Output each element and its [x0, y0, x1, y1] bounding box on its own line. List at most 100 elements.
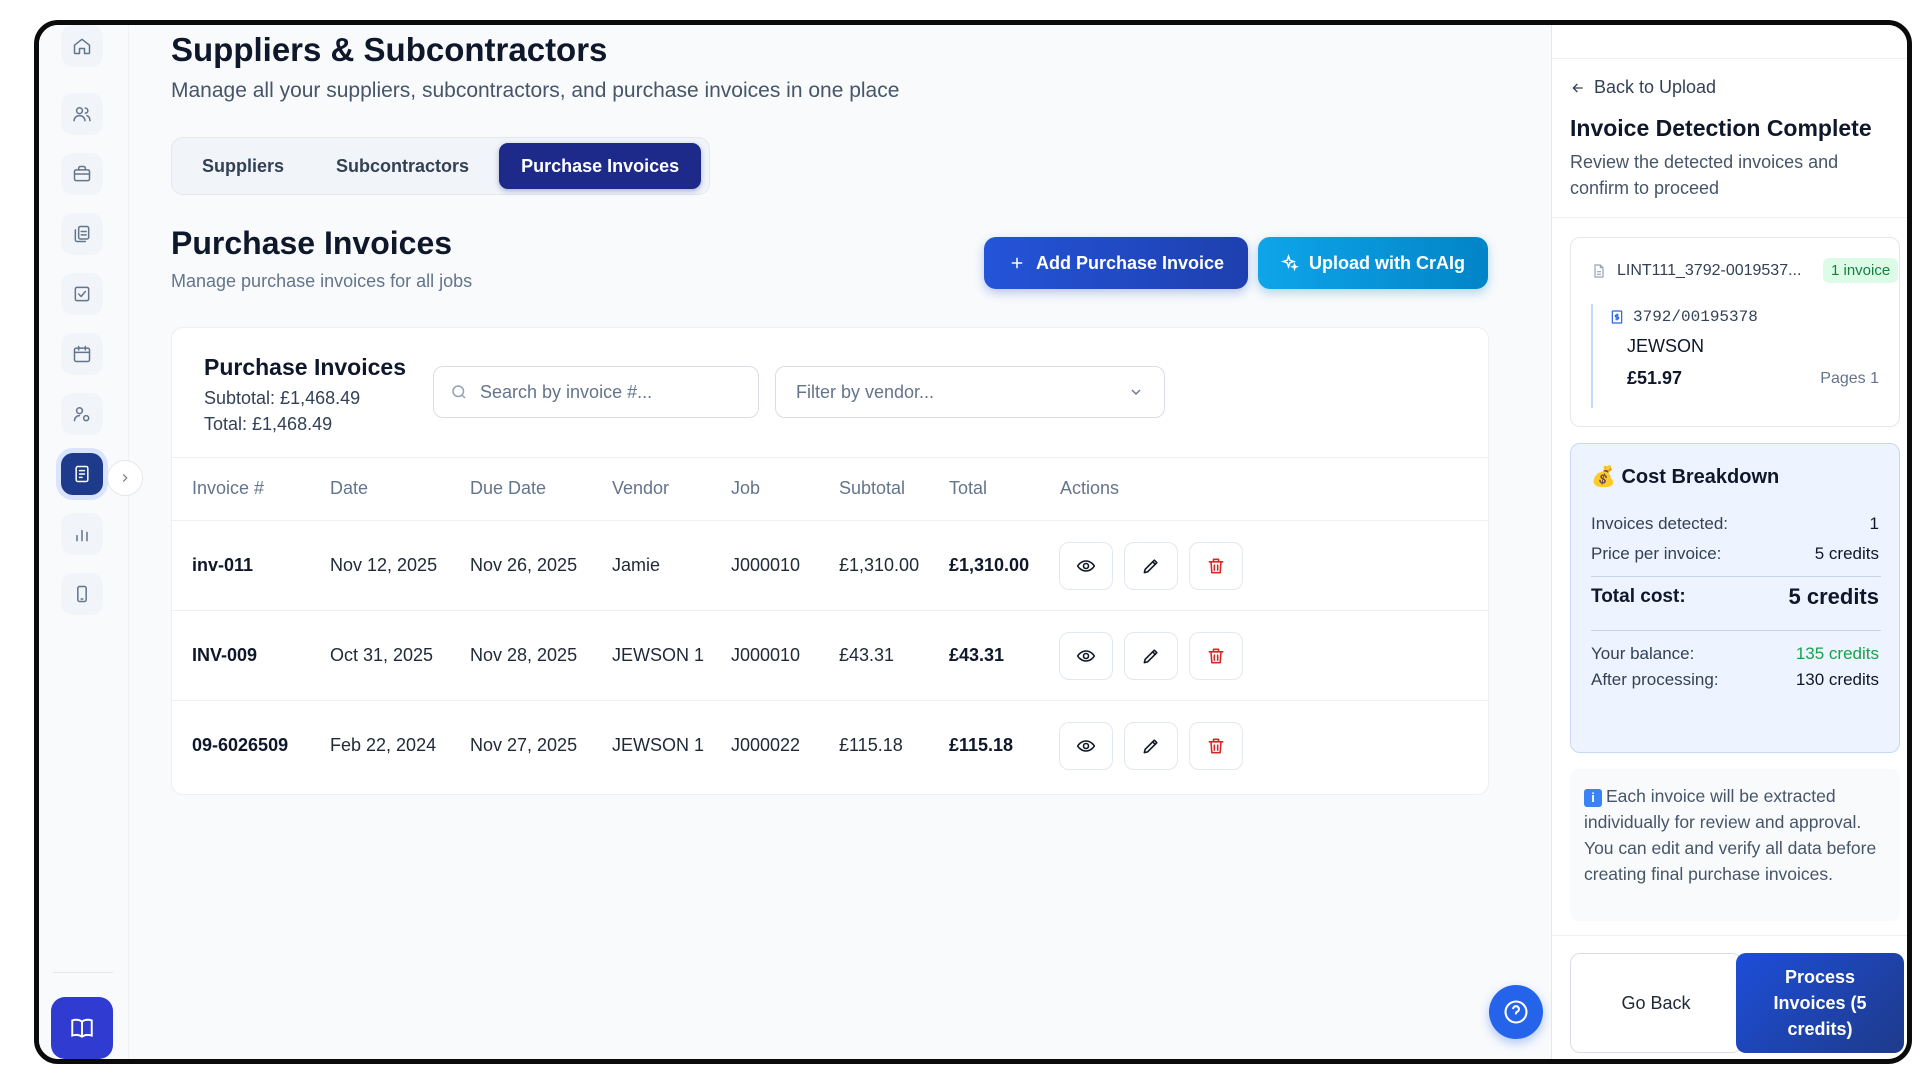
- sparkle-icon: [1281, 254, 1299, 272]
- pencil-icon: [1143, 649, 1158, 664]
- sidebar-item-home[interactable]: [61, 25, 103, 67]
- detected-invoice-connector: [1591, 304, 1593, 408]
- cell-due-date: Nov 26, 2025: [470, 555, 578, 575]
- cell-invoice: inv-011: [192, 555, 254, 575]
- detected-file-card: LINT111_3792-0019537... 1 invoice 3792/0…: [1570, 237, 1900, 427]
- tab-bar: Suppliers Subcontractors Purchase Invoic…: [171, 137, 711, 195]
- table-header: Invoice # Date Due Date Vendor Job Subto…: [172, 457, 1488, 521]
- sidebar-item-tasks[interactable]: [61, 273, 103, 315]
- file-row: LINT111_3792-0019537...: [1591, 262, 1801, 280]
- question-icon: [1504, 1000, 1528, 1024]
- total-cost-label: Total cost:: [1591, 586, 1686, 607]
- sidebar: [39, 25, 143, 1059]
- panel-footer-divider: [1552, 935, 1907, 936]
- purchase-invoices-card: Purchase Invoices Subtotal: £1,468.49 To…: [171, 327, 1489, 795]
- balance-label: Your balance:: [1591, 644, 1695, 663]
- detected-invoice-number[interactable]: 3792/00195378: [1609, 308, 1758, 326]
- upload-with-craig-label: Upload with CrAIg: [1309, 252, 1465, 273]
- sidebar-item-suppliers[interactable]: [61, 393, 103, 435]
- upload-with-craig-button[interactable]: Upload with CrAIg: [1258, 237, 1488, 289]
- file-icon: [1594, 264, 1604, 278]
- column-header-invoice[interactable]: Invoice #: [192, 478, 264, 499]
- edit-button[interactable]: [1124, 632, 1178, 680]
- mobile-icon: [77, 585, 87, 603]
- cell-job: J000022: [731, 735, 801, 755]
- table-row[interactable]: 09-6026509 Feb 22, 2024 Nov 27, 2025 JEW…: [172, 701, 1488, 791]
- column-header-job[interactable]: Job: [731, 478, 760, 499]
- user-settings-icon: [73, 407, 90, 422]
- search-icon: [452, 385, 466, 399]
- sidebar-item-invoices[interactable]: [61, 453, 103, 495]
- column-header-due-date[interactable]: Due Date: [470, 478, 546, 499]
- users-icon: [73, 107, 91, 122]
- tab-subcontractors[interactable]: Subcontractors: [314, 143, 491, 189]
- table-row[interactable]: INV-009 Oct 31, 2025 Nov 28, 2025 JEWSON…: [172, 611, 1488, 701]
- delete-button[interactable]: [1189, 632, 1243, 680]
- after-processing-label: After processing:: [1591, 670, 1719, 689]
- view-button[interactable]: [1059, 632, 1113, 680]
- eye-icon: [1076, 560, 1096, 572]
- eye-icon: [1076, 740, 1096, 752]
- briefcase-icon: [73, 165, 91, 182]
- sidebar-item-documents[interactable]: [61, 213, 103, 255]
- tab-purchase-invoices[interactable]: Purchase Invoices: [499, 143, 702, 189]
- cell-date: Oct 31, 2025: [330, 645, 434, 665]
- go-back-button[interactable]: Go Back: [1570, 953, 1742, 1053]
- arrow-left-icon: [1572, 83, 1583, 92]
- card-title: Purchase Invoices: [204, 354, 406, 380]
- chart-icon: [76, 529, 88, 542]
- file-name: LINT111_3792-0019537...: [1617, 262, 1802, 279]
- panel-description: Review the detected invoices and confirm…: [1570, 152, 1839, 198]
- column-header-vendor[interactable]: Vendor: [612, 478, 669, 499]
- invoice-search[interactable]: [433, 366, 759, 418]
- back-to-upload-label: Back to Upload: [1594, 77, 1717, 97]
- cell-date: Feb 22, 2024: [330, 735, 437, 755]
- delete-button[interactable]: [1189, 722, 1243, 770]
- sidebar-item-calendar[interactable]: [61, 333, 103, 375]
- receipt-icon: [1611, 310, 1623, 324]
- page-subtitle: Manage all your suppliers, subcontractor…: [171, 79, 900, 102]
- cell-subtotal: £115.18: [839, 735, 903, 755]
- cell-subtotal: £1,310.00: [839, 555, 920, 575]
- detected-invoice-amount: £51.97: [1627, 368, 1683, 388]
- column-header-subtotal[interactable]: Subtotal: [839, 478, 905, 499]
- add-purchase-invoice-button[interactable]: Add Purchase Invoice: [984, 237, 1248, 289]
- sidebar-item-mobile[interactable]: [61, 573, 103, 615]
- total-cost-value: 5 credits: [1788, 584, 1880, 609]
- sidebar-item-customers[interactable]: [61, 93, 103, 135]
- cell-job: J000010: [731, 645, 801, 665]
- search-input[interactable]: [480, 381, 740, 403]
- card-total: Total: £1,468.49: [204, 414, 333, 434]
- invoice-count-badge: 1 invoice: [1823, 258, 1899, 283]
- delete-button[interactable]: [1189, 542, 1243, 590]
- info-icon: i: [1584, 789, 1602, 807]
- view-button[interactable]: [1059, 722, 1113, 770]
- cell-due-date: Nov 28, 2025: [470, 645, 578, 665]
- cell-date: Nov 12, 2025: [330, 555, 438, 575]
- help-button[interactable]: [1489, 985, 1543, 1039]
- info-note-text: Each invoice will be extracted individua…: [1584, 786, 1877, 884]
- edit-button[interactable]: [1124, 542, 1178, 590]
- tab-suppliers[interactable]: Suppliers: [180, 143, 306, 189]
- table-row[interactable]: inv-011 Nov 12, 2025 Nov 26, 2025 Jamie …: [172, 521, 1488, 611]
- view-button[interactable]: [1059, 542, 1113, 590]
- section-subtitle: Manage purchase invoices for all jobs: [171, 271, 473, 291]
- cost-breakdown-title: 💰 Cost Breakdown: [1591, 466, 1780, 488]
- balance-value: 135 credits: [1795, 644, 1879, 663]
- cell-vendor: JEWSON 1: [612, 735, 705, 755]
- vendor-filter-select[interactable]: Filter by vendor...: [775, 366, 1165, 418]
- sidebar-item-reports[interactable]: [61, 513, 103, 555]
- card-subtotal: Subtotal: £1,468.49: [204, 388, 361, 408]
- column-header-total[interactable]: Total: [949, 478, 987, 499]
- column-header-date[interactable]: Date: [330, 478, 368, 499]
- add-purchase-invoice-label: Add Purchase Invoice: [1035, 252, 1225, 273]
- chevron-down-icon: [1131, 389, 1141, 395]
- edit-button[interactable]: [1124, 722, 1178, 770]
- invoice-detection-panel: Back to Upload Invoice Detection Complet…: [1551, 25, 1907, 1059]
- cost-divider: [1591, 630, 1881, 631]
- back-to-upload-link[interactable]: Back to Upload: [1570, 77, 1716, 98]
- sidebar-item-jobs[interactable]: [61, 153, 103, 195]
- sidebar-help-docs-button[interactable]: [51, 997, 113, 1059]
- main-content: Suppliers & Subcontractors Manage all yo…: [129, 25, 1569, 1059]
- process-invoices-button[interactable]: Process Invoices (5 credits): [1736, 953, 1904, 1053]
